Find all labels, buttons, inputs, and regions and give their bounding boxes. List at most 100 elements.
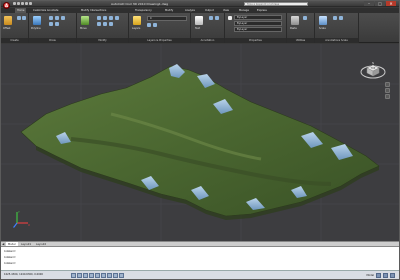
orbit-icon[interactable] [385, 94, 390, 99]
visibility-icon[interactable] [333, 16, 337, 20]
arc-icon[interactable] [49, 16, 53, 20]
copy-icon[interactable] [97, 22, 101, 26]
ellipse-icon[interactable] [49, 22, 53, 26]
layers-tool-label: Layers [132, 27, 141, 30]
navigation-bar [385, 82, 391, 99]
rectangle-icon[interactable] [55, 16, 59, 20]
command-line-window[interactable]: Command: Command: Command: [1, 246, 399, 270]
annotation-tool-label: Text [195, 27, 201, 30]
panel-label-layers: Layers & Properties [129, 38, 190, 43]
paste-icon[interactable] [291, 16, 299, 25]
sync-scales-icon[interactable] [339, 16, 343, 20]
panel-label-draw: Draw [29, 38, 76, 43]
ucs-z-label: Z [13, 225, 15, 229]
panel-modify: Move Modify [77, 13, 129, 43]
zoom-icon[interactable] [385, 88, 390, 93]
spline-icon[interactable] [55, 22, 59, 26]
panel-label-modify: Modify [77, 38, 128, 43]
otrack-icon[interactable] [101, 273, 106, 278]
autocad-window: A AutoCAD Civil 3D 2010 Drawing1.dwg Typ… [0, 0, 400, 280]
text-icon[interactable] [195, 16, 203, 25]
command-history-line: Command: [4, 256, 17, 259]
measure-icon[interactable] [303, 16, 307, 20]
window-title: AutoCAD Civil 3D 2010 Drawing1.dwg [111, 2, 169, 6]
draw-tool-label: Polyline [31, 27, 41, 30]
trim-icon[interactable] [103, 16, 107, 20]
create-tool-label: Offset [3, 27, 11, 30]
dyn-icon[interactable] [113, 273, 118, 278]
viewcube-top-label: TOP [371, 67, 376, 70]
layer-freeze-icon[interactable] [147, 23, 151, 27]
title-bar: A AutoCAD Civil 3D 2010 Drawing1.dwg Typ… [1, 1, 399, 9]
coordinate-readout: 1025.4300, 1240.6300, 0.0000 [4, 273, 43, 276]
panel-label-properties: Properties [225, 38, 286, 43]
lineweight-dropdown[interactable]: ByLayer [234, 27, 282, 32]
open-icon[interactable] [17, 2, 20, 5]
dimension-icon[interactable] [209, 16, 213, 20]
panel-label-annotation: Annotation [191, 38, 224, 43]
quick-access-toolbar [13, 2, 32, 5]
utilities-tool-label: Paste [290, 27, 297, 30]
modify-tool-label: Move [80, 27, 87, 30]
undo-icon[interactable] [25, 2, 28, 5]
circle-icon[interactable] [22, 16, 26, 20]
leader-icon[interactable] [215, 16, 219, 20]
model-space-label[interactable]: Model [366, 274, 374, 277]
lock-icon[interactable] [383, 273, 388, 278]
panel-label-annotation-scale: Annotations Scale [315, 38, 358, 43]
status-right-tray: Model [366, 273, 395, 278]
ducs-icon[interactable] [107, 273, 112, 278]
workspace-icon[interactable] [376, 273, 381, 278]
drafting-settings [71, 273, 124, 278]
color-dropdown[interactable]: ByLayer [234, 15, 282, 20]
stretch-icon[interactable] [103, 22, 107, 26]
panel-label-create: Create [1, 38, 28, 43]
command-prompt[interactable]: Command: [4, 262, 16, 265]
redo-icon[interactable] [29, 2, 32, 5]
ucs-x-label: X [28, 223, 30, 227]
maximize-button[interactable]: □ [375, 1, 385, 6]
osnap-icon[interactable] [95, 273, 100, 278]
close-button[interactable]: ✕ [386, 1, 396, 6]
grid-icon[interactable] [77, 273, 82, 278]
panel-annotation: Text Annotation [191, 13, 225, 43]
terrain-model [1, 44, 399, 241]
drawing-viewport[interactable]: TOP N X Y Z [1, 44, 399, 241]
fillet-icon[interactable] [115, 16, 119, 20]
window-controls: – □ ✕ [364, 1, 396, 6]
polyline-icon[interactable] [33, 16, 41, 25]
mirror-icon[interactable] [109, 16, 113, 20]
move-icon[interactable] [81, 16, 89, 25]
layer-dropdown[interactable]: 0 [147, 16, 187, 21]
save-icon[interactable] [21, 2, 24, 5]
panel-draw: Polyline Draw [29, 13, 77, 43]
linetype-dropdown[interactable]: ByLayer [234, 21, 282, 26]
polar-icon[interactable] [89, 273, 94, 278]
scale-tool-label: Scale [319, 27, 326, 30]
panel-utilities: Paste Utilities [287, 13, 315, 43]
layer-properties-icon[interactable] [133, 16, 141, 25]
minimize-button[interactable]: – [364, 1, 374, 6]
scale-icon[interactable] [109, 22, 113, 26]
panel-create: Offset Create [1, 13, 29, 43]
panel-layers: Layers 0 Layers & Properties [129, 13, 191, 43]
clean-screen-icon[interactable] [390, 273, 395, 278]
layer-lock-icon[interactable] [153, 23, 157, 27]
new-icon[interactable] [13, 2, 16, 5]
rotate-icon[interactable] [97, 16, 101, 20]
panel-properties: ByLayer ByLayer ByLayer Properties [225, 13, 287, 43]
viewcube[interactable]: TOP N [359, 60, 387, 82]
offset-icon[interactable] [4, 16, 12, 25]
pan-icon[interactable] [385, 82, 390, 87]
ucs-y-label: Y [18, 210, 20, 214]
ribbon: Offset Create Polyline Draw Move Modify … [1, 13, 399, 43]
annotation-scale-icon[interactable] [319, 16, 327, 25]
command-history-line: Command: [4, 250, 17, 253]
lineweight-icon[interactable] [119, 273, 124, 278]
ortho-icon[interactable] [83, 273, 88, 278]
help-search-input[interactable]: Type a keyword or phrase [244, 2, 308, 6]
hatch-icon[interactable] [61, 16, 65, 20]
snap-icon[interactable] [71, 273, 76, 278]
application-menu-button[interactable]: A [3, 2, 10, 9]
line-icon[interactable] [17, 16, 21, 20]
